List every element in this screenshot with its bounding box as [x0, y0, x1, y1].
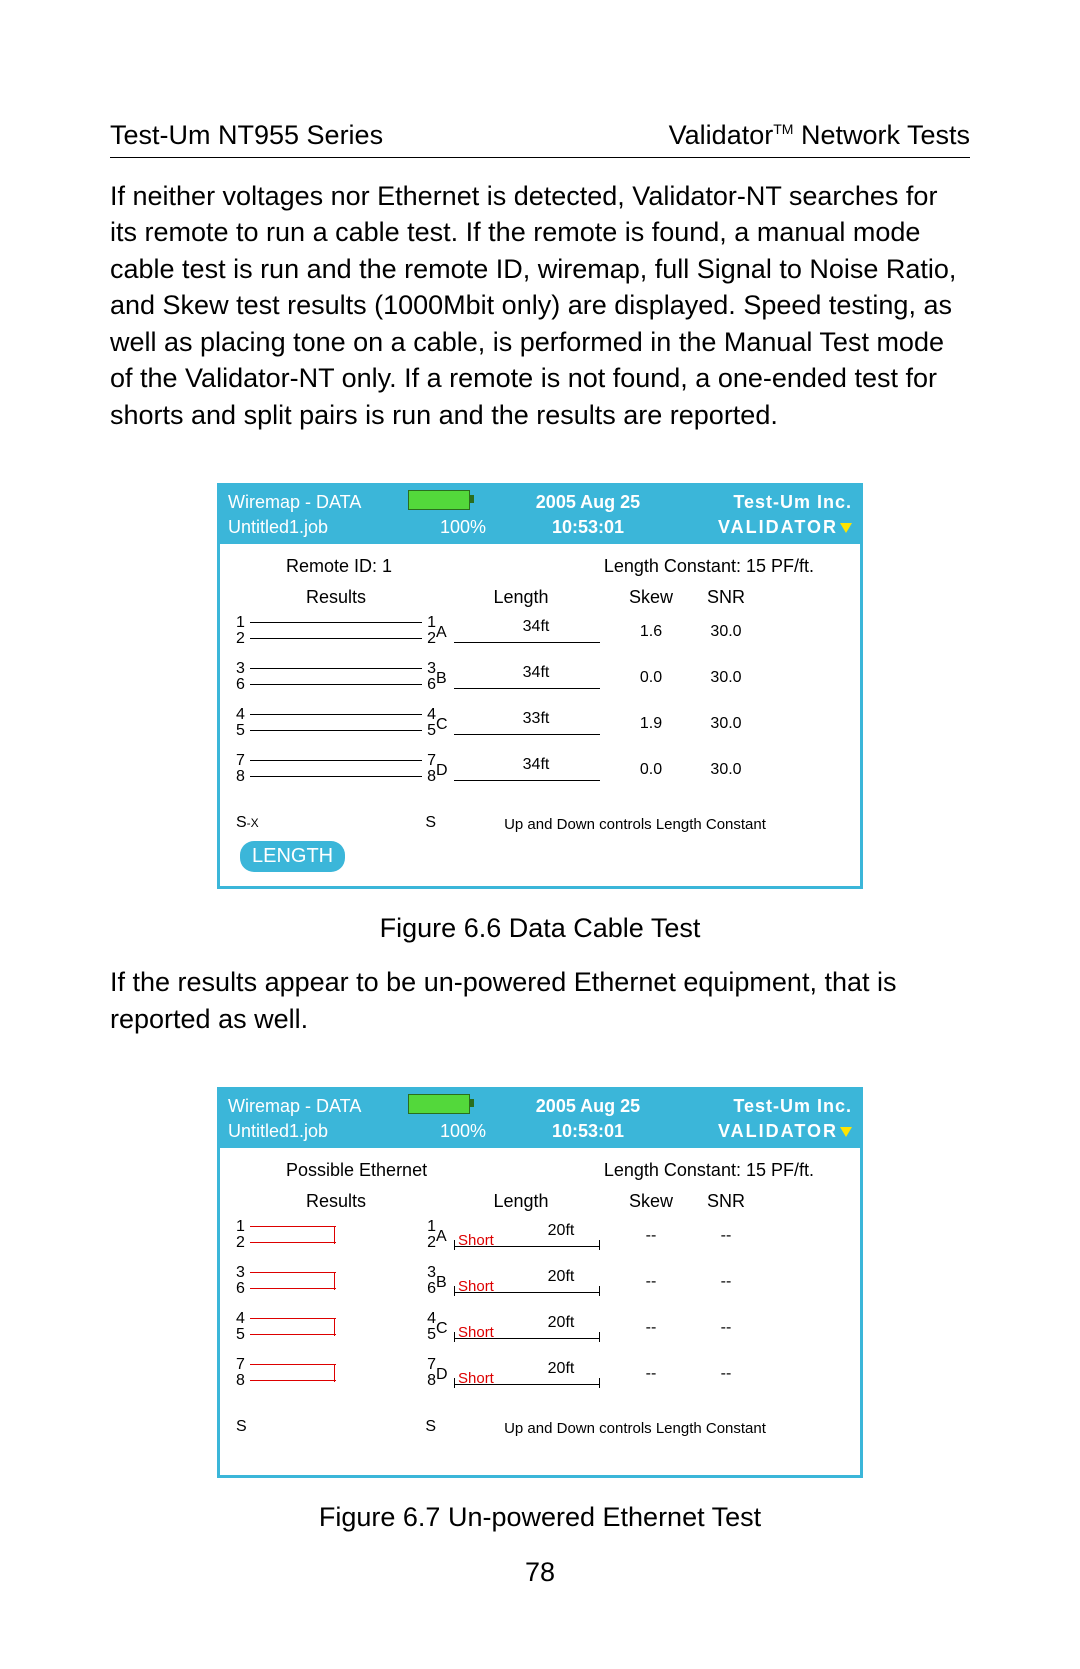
col-skew-2: Skew: [606, 1191, 696, 1212]
battery-icon: [408, 1094, 470, 1114]
header-right-pre: Validator: [669, 120, 774, 150]
length-cell: AShort20ft: [436, 1218, 606, 1254]
brand-sub-label: VALIDATOR: [658, 517, 852, 538]
wiremap-pair: 1122: [236, 614, 436, 650]
battery-pct: 100%: [408, 517, 518, 538]
skew-cell: --: [606, 1365, 696, 1383]
battery-pct-2: 100%: [408, 1121, 518, 1142]
page-number: 78: [110, 1557, 970, 1588]
wire-pair-row: 3366BShort20ft----: [236, 1264, 844, 1300]
wire-pair-row: 1122AShort20ft----: [236, 1218, 844, 1254]
dropdown-icon: [840, 523, 852, 533]
job-label: Untitled1.job: [228, 517, 408, 538]
possible-ethernet: Possible Ethernet: [286, 1160, 427, 1181]
col-length-2: Length: [436, 1191, 606, 1212]
date-label: 2005 Aug 25: [518, 492, 658, 513]
shield-left: S-X: [236, 814, 259, 832]
dropdown-icon: [840, 1127, 852, 1137]
header-left: Test-Um NT955 Series: [110, 120, 383, 151]
wiremap-pair-short: 4455: [236, 1310, 436, 1346]
screen-title: Wiremap - DATA: [228, 492, 408, 513]
skew-cell: 0.0: [606, 761, 696, 779]
col-results: Results: [236, 587, 436, 608]
device-header-2: Wiremap - DATA 2005 Aug 25 Test-Um Inc. …: [220, 1090, 860, 1148]
length-cell: DShort20ft: [436, 1356, 606, 1392]
device-body: Remote ID: 1 Length Constant: 15 PF/ft. …: [220, 544, 860, 886]
col-snr-2: SNR: [696, 1191, 756, 1212]
brand-sub-label-2: VALIDATOR: [658, 1121, 852, 1142]
length-cell: A34ft: [436, 614, 606, 650]
brand-label-2: Test-Um Inc.: [658, 1096, 852, 1117]
skew-cell: --: [606, 1273, 696, 1291]
length-cell: D34ft: [436, 752, 606, 788]
wiremap-pair-short: 7788: [236, 1356, 436, 1392]
figure1-caption: Figure 6.6 Data Cable Test: [110, 913, 970, 944]
length-cell: B34ft: [436, 660, 606, 696]
date-label-2: 2005 Aug 25: [518, 1096, 658, 1117]
wiremap-pair-short: 1122: [236, 1218, 436, 1254]
wire-pair-row: 7788DShort20ft----: [236, 1356, 844, 1392]
paragraph-1: If neither voltages nor Ethernet is dete…: [110, 178, 970, 433]
battery-icon: [408, 490, 470, 510]
snr-cell: 30.0: [696, 715, 756, 733]
device-body-2: Possible Ethernet Length Constant: 15 PF…: [220, 1148, 860, 1475]
length-cell: BShort20ft: [436, 1264, 606, 1300]
snr-cell: --: [696, 1365, 756, 1383]
manual-page: Test-Um NT955 Series ValidatorTM Network…: [0, 0, 1080, 1669]
wire-pair-row: 7788D34ft0.030.0: [236, 752, 844, 788]
snr-cell: 30.0: [696, 669, 756, 687]
wiremap-pair: 3366: [236, 660, 436, 696]
snr-cell: --: [696, 1319, 756, 1337]
page-header: Test-Um NT955 Series ValidatorTM Network…: [110, 120, 970, 158]
shield-left-2: S: [236, 1418, 247, 1436]
length-constant-2: Length Constant: 15 PF/ft.: [604, 1160, 814, 1181]
length-constant: Length Constant: 15 PF/ft.: [604, 556, 814, 577]
length-cell: C33ft: [436, 706, 606, 742]
skew-cell: 0.0: [606, 669, 696, 687]
skew-cell: 1.6: [606, 623, 696, 641]
col-skew: Skew: [606, 587, 696, 608]
snr-cell: 30.0: [696, 761, 756, 779]
remote-id: Remote ID: 1: [286, 556, 392, 577]
brand-label: Test-Um Inc.: [658, 492, 852, 513]
shield-right-2: S: [425, 1418, 436, 1436]
figure-unpowered-ethernet: Wiremap - DATA 2005 Aug 25 Test-Um Inc. …: [217, 1087, 863, 1478]
wire-pair-row: 1122A34ft1.630.0: [236, 614, 844, 650]
time-label-2: 10:53:01: [518, 1121, 658, 1142]
snr-cell: --: [696, 1273, 756, 1291]
wire-pair-row: 4455C33ft1.930.0: [236, 706, 844, 742]
skew-cell: 1.9: [606, 715, 696, 733]
length-button[interactable]: LENGTH: [240, 841, 345, 872]
screen-title-2: Wiremap - DATA: [228, 1096, 408, 1117]
paragraph-2: If the results appear to be un-powered E…: [110, 964, 970, 1037]
col-length: Length: [436, 587, 606, 608]
header-right: ValidatorTM Network Tests: [669, 120, 970, 151]
header-right-post: Network Tests: [793, 120, 970, 150]
col-results-2: Results: [236, 1191, 436, 1212]
trademark-icon: TM: [773, 121, 793, 137]
figure2-caption: Figure 6.7 Un-powered Ethernet Test: [110, 1502, 970, 1533]
length-cell: CShort20ft: [436, 1310, 606, 1346]
wire-pair-row: 4455CShort20ft----: [236, 1310, 844, 1346]
wiremap-pair: 7788: [236, 752, 436, 788]
skew-cell: --: [606, 1227, 696, 1245]
wiremap-pair-short: 3366: [236, 1264, 436, 1300]
col-snr: SNR: [696, 587, 756, 608]
wiremap-pair: 4455: [236, 706, 436, 742]
time-label: 10:53:01: [518, 517, 658, 538]
wire-pair-row: 3366B34ft0.030.0: [236, 660, 844, 696]
device-header: Wiremap - DATA 2005 Aug 25 Test-Um Inc. …: [220, 486, 860, 544]
snr-cell: --: [696, 1227, 756, 1245]
snr-cell: 30.0: [696, 623, 756, 641]
figure-data-cable-test: Wiremap - DATA 2005 Aug 25 Test-Um Inc. …: [217, 483, 863, 889]
job-label-2: Untitled1.job: [228, 1121, 408, 1142]
skew-cell: --: [606, 1319, 696, 1337]
shield-right: S: [425, 814, 436, 832]
